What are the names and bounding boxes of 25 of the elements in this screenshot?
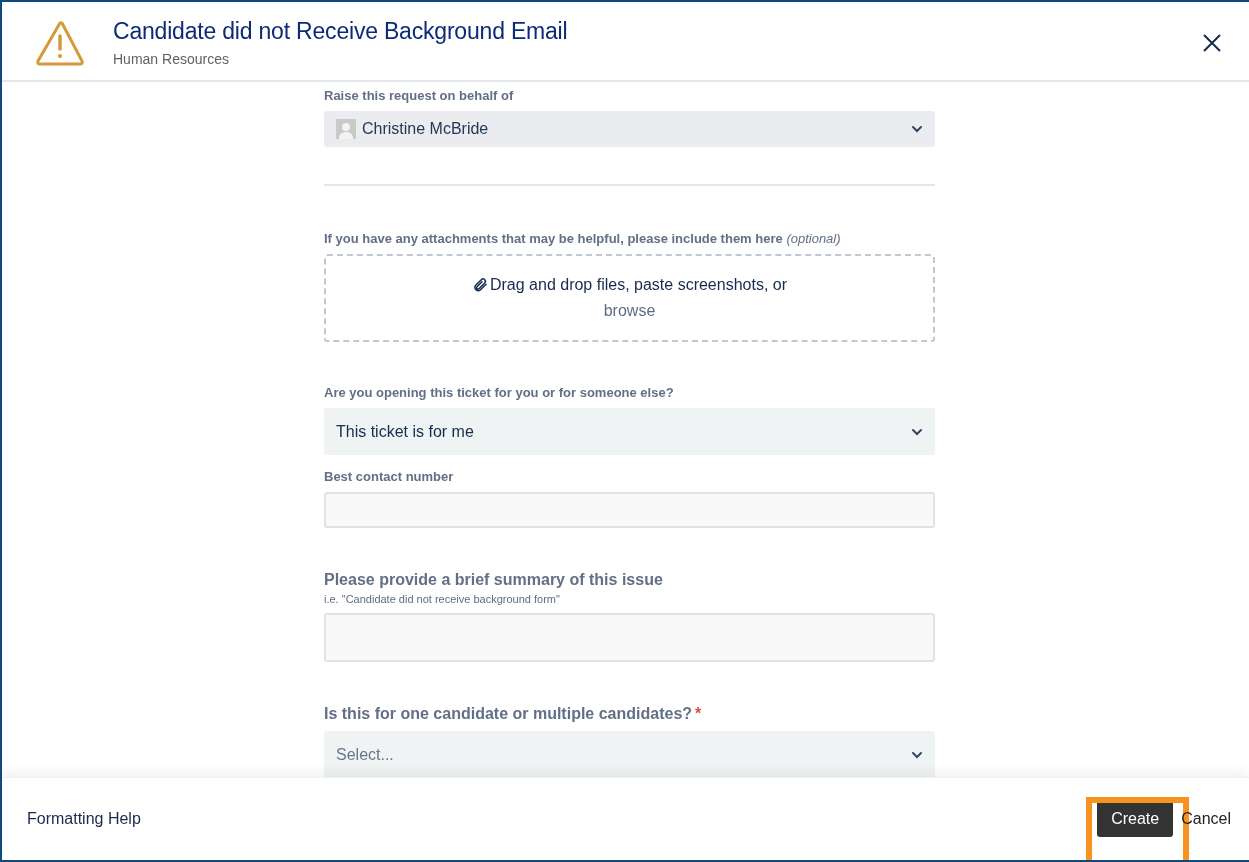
chevron-down-icon bbox=[911, 125, 923, 133]
dropzone-text: Drag and drop files, paste screenshots, or bbox=[489, 276, 787, 294]
chevron-down-icon bbox=[911, 750, 923, 759]
dialog-title: Candidate did not Receive Background Email bbox=[113, 18, 569, 45]
select-field[interactable]: This ticket is for me bbox=[324, 408, 935, 455]
warning-icon bbox=[35, 20, 85, 66]
user-select[interactable]: Christine McBride bbox=[324, 111, 935, 147]
field-hint: i.e. "Candidate did not receive background form" bbox=[324, 593, 561, 605]
field-label: Is this for one candidate or multiple candidates? * bbox=[324, 705, 703, 723]
dialog-subtitle: Human Resources bbox=[113, 51, 230, 67]
field-label: Please provide a brief summary of this issue bbox=[324, 571, 664, 589]
paperclip-icon bbox=[471, 277, 488, 293]
create-button[interactable]: Create bbox=[1097, 801, 1174, 837]
text-input[interactable] bbox=[324, 613, 935, 662]
field-label: Raise this request on behalf of bbox=[324, 88, 515, 103]
file-dropzone[interactable]: Drag and drop files, paste screenshots, or browse bbox=[324, 254, 935, 342]
field-label: Are you opening this ticket for you or for someone else? bbox=[324, 385, 675, 400]
formatting-help-link[interactable]: Formatting Help bbox=[27, 810, 141, 828]
field-label: Best contact number bbox=[324, 469, 455, 484]
chevron-down-icon bbox=[911, 427, 923, 436]
browse-link[interactable]: browse bbox=[603, 302, 656, 320]
text-input[interactable] bbox=[324, 492, 935, 528]
select-field[interactable]: Select... bbox=[324, 731, 935, 777]
field-label: If you have any attachments that may be helpful, please include them here (optional) bbox=[324, 231, 842, 246]
avatar-icon bbox=[336, 119, 356, 139]
